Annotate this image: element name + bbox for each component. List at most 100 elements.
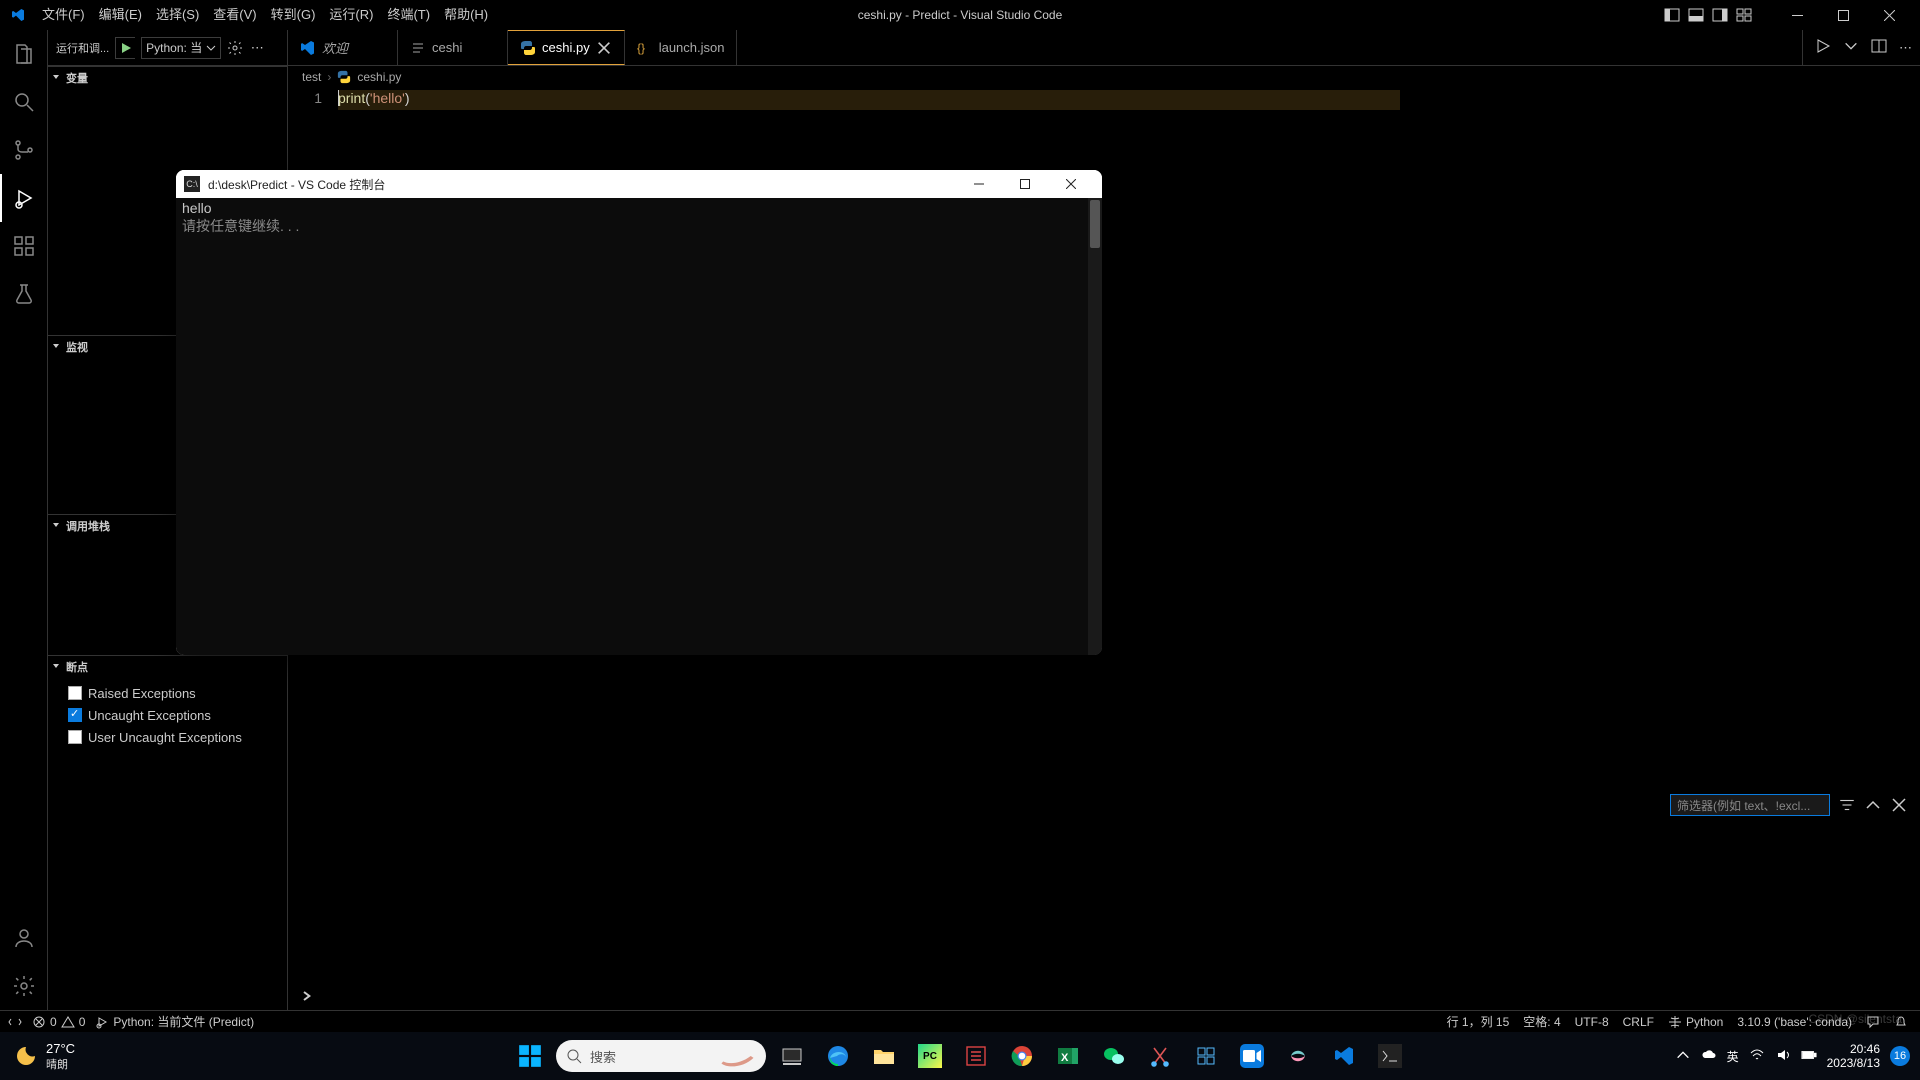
console-output[interactable]: hello 请按任意键继续. . . bbox=[176, 198, 1102, 655]
language-mode[interactable]: Python bbox=[1668, 1015, 1723, 1029]
excel-icon[interactable]: X bbox=[1048, 1036, 1088, 1076]
code-editor[interactable]: 1 print('hello') bbox=[288, 88, 1920, 110]
problems-count[interactable]: 0 0 bbox=[32, 1015, 85, 1029]
menu-edit[interactable]: 编辑(E) bbox=[92, 0, 149, 30]
testing-icon[interactable] bbox=[0, 270, 48, 318]
copilot-icon[interactable] bbox=[1278, 1036, 1318, 1076]
filter-options-icon[interactable] bbox=[1838, 796, 1856, 814]
wechat-icon[interactable] bbox=[1094, 1036, 1134, 1076]
breadcrumb[interactable]: test › ceshi.py bbox=[288, 66, 1920, 88]
snipping-icon[interactable] bbox=[1140, 1036, 1180, 1076]
tab-ceshi[interactable]: ceshi bbox=[398, 30, 508, 65]
close-button[interactable] bbox=[1866, 0, 1912, 30]
windows-app-icon[interactable] bbox=[1186, 1036, 1226, 1076]
lang-label: Python bbox=[1686, 1015, 1723, 1029]
chrome-icon[interactable] bbox=[1002, 1036, 1042, 1076]
breakpoint-raised[interactable]: Raised Exceptions bbox=[68, 682, 287, 704]
tray-chevron-icon[interactable] bbox=[1675, 1047, 1691, 1066]
tab-launch-json[interactable]: {} launch.json bbox=[625, 30, 738, 65]
pycharm-icon[interactable]: PC bbox=[910, 1036, 950, 1076]
breakpoints-section[interactable]: 断点 bbox=[48, 656, 287, 678]
debug-target[interactable]: Python: 当前文件 (Predict) bbox=[95, 1013, 254, 1030]
remote-icon[interactable] bbox=[8, 1015, 22, 1029]
start-debug-button[interactable] bbox=[115, 37, 135, 59]
menu-select[interactable]: 选择(S) bbox=[149, 0, 206, 30]
weather-cond: 晴朗 bbox=[46, 1056, 75, 1072]
debug-settings-icon[interactable] bbox=[227, 40, 243, 56]
layout-grid-icon[interactable] bbox=[1736, 7, 1752, 23]
breakpoint-user-uncaught[interactable]: User Uncaught Exceptions bbox=[68, 726, 287, 748]
console-minimize-button[interactable] bbox=[956, 170, 1002, 198]
activity-bar bbox=[0, 30, 48, 1010]
tab-welcome[interactable]: 欢迎 bbox=[288, 30, 398, 65]
eol[interactable]: CRLF bbox=[1623, 1015, 1654, 1029]
menu-go[interactable]: 转到(G) bbox=[264, 0, 323, 30]
edge-icon[interactable] bbox=[818, 1036, 858, 1076]
console-scrollbar[interactable] bbox=[1088, 198, 1102, 655]
volume-icon[interactable] bbox=[1775, 1047, 1791, 1066]
maximize-button[interactable] bbox=[1820, 0, 1866, 30]
clock[interactable]: 20:46 2023/8/13 bbox=[1827, 1042, 1880, 1070]
menu-file[interactable]: 文件(F) bbox=[35, 0, 92, 30]
breakpoint-uncaught[interactable]: Uncaught Exceptions bbox=[68, 704, 287, 726]
extensions-icon[interactable] bbox=[0, 222, 48, 270]
crumb-file[interactable]: ceshi.py bbox=[357, 70, 401, 84]
debug-config-select[interactable]: Python: 当 bbox=[141, 37, 221, 59]
console-maximize-button[interactable] bbox=[1002, 170, 1048, 198]
indent[interactable]: 空格: 4 bbox=[1523, 1013, 1560, 1030]
run-debug-icon[interactable] bbox=[0, 174, 48, 222]
meeting-icon[interactable] bbox=[1232, 1036, 1272, 1076]
split-editor-icon[interactable] bbox=[1871, 38, 1887, 57]
search-icon[interactable] bbox=[0, 78, 48, 126]
menu-terminal[interactable]: 终端(T) bbox=[380, 0, 437, 30]
variables-section[interactable]: 变量 bbox=[48, 67, 287, 89]
close-panel-icon[interactable] bbox=[1890, 796, 1908, 814]
vscode-taskbar-icon[interactable] bbox=[1324, 1036, 1364, 1076]
onedrive-icon[interactable] bbox=[1701, 1047, 1717, 1066]
more-actions-icon[interactable]: ⋯ bbox=[249, 40, 265, 56]
layout-left-icon[interactable] bbox=[1664, 7, 1680, 23]
watch-label: 监视 bbox=[66, 339, 88, 355]
wifi-icon[interactable] bbox=[1749, 1047, 1765, 1066]
collapse-panel-icon[interactable] bbox=[1864, 796, 1882, 814]
cursor-position[interactable]: 行 1，列 15 bbox=[1447, 1013, 1510, 1030]
explorer-app-icon[interactable] bbox=[864, 1036, 904, 1076]
notification-badge[interactable]: 16 bbox=[1890, 1046, 1910, 1066]
run-file-icon[interactable] bbox=[1815, 38, 1831, 57]
encoding[interactable]: UTF-8 bbox=[1575, 1015, 1609, 1029]
tab-close-icon[interactable] bbox=[596, 40, 612, 56]
start-button[interactable] bbox=[510, 1036, 550, 1076]
checkbox-icon[interactable] bbox=[68, 686, 82, 700]
layout-bottom-icon[interactable] bbox=[1688, 7, 1704, 23]
battery-icon[interactable] bbox=[1801, 1047, 1817, 1066]
more-tab-actions-icon[interactable]: ⋯ bbox=[1899, 40, 1912, 56]
debug-console-prompt-icon[interactable] bbox=[300, 988, 316, 1004]
terminal-taskbar-icon[interactable] bbox=[1370, 1036, 1410, 1076]
source-control-icon[interactable] bbox=[0, 126, 48, 174]
minimize-button[interactable] bbox=[1774, 0, 1820, 30]
menu-view[interactable]: 查看(V) bbox=[206, 0, 263, 30]
checkbox-icon[interactable] bbox=[68, 708, 82, 722]
taskview-icon[interactable] bbox=[772, 1036, 812, 1076]
ime-indicator[interactable]: 英 bbox=[1727, 1048, 1739, 1065]
filter-input[interactable]: 筛选器(例如 text、!excl... bbox=[1670, 794, 1830, 816]
explorer-icon[interactable] bbox=[0, 30, 48, 78]
date-label: 2023/8/13 bbox=[1827, 1056, 1880, 1070]
menu-help[interactable]: 帮助(H) bbox=[437, 0, 495, 30]
chevron-down-icon[interactable] bbox=[1843, 38, 1859, 57]
crumb-root[interactable]: test bbox=[302, 70, 321, 84]
weather-widget[interactable]: 27°C 晴朗 bbox=[0, 1041, 75, 1072]
cmd-icon: C:\ bbox=[184, 176, 200, 192]
window-title: ceshi.py - Predict - Visual Studio Code bbox=[858, 8, 1063, 22]
menu-run[interactable]: 运行(R) bbox=[322, 0, 380, 30]
console-close-button[interactable] bbox=[1048, 170, 1094, 198]
tab-label: ceshi bbox=[432, 40, 462, 55]
console-titlebar[interactable]: C:\ d:\desk\Predict - VS Code 控制台 bbox=[176, 170, 1102, 198]
taskbar-search[interactable]: 搜索 bbox=[556, 1040, 766, 1072]
tab-ceshi-py[interactable]: ceshi.py bbox=[508, 30, 625, 65]
checkbox-icon[interactable] bbox=[68, 730, 82, 744]
layout-right-icon[interactable] bbox=[1712, 7, 1728, 23]
settings-gear-icon[interactable] bbox=[0, 962, 48, 1010]
account-icon[interactable] bbox=[0, 914, 48, 962]
app-icon-red[interactable] bbox=[956, 1036, 996, 1076]
